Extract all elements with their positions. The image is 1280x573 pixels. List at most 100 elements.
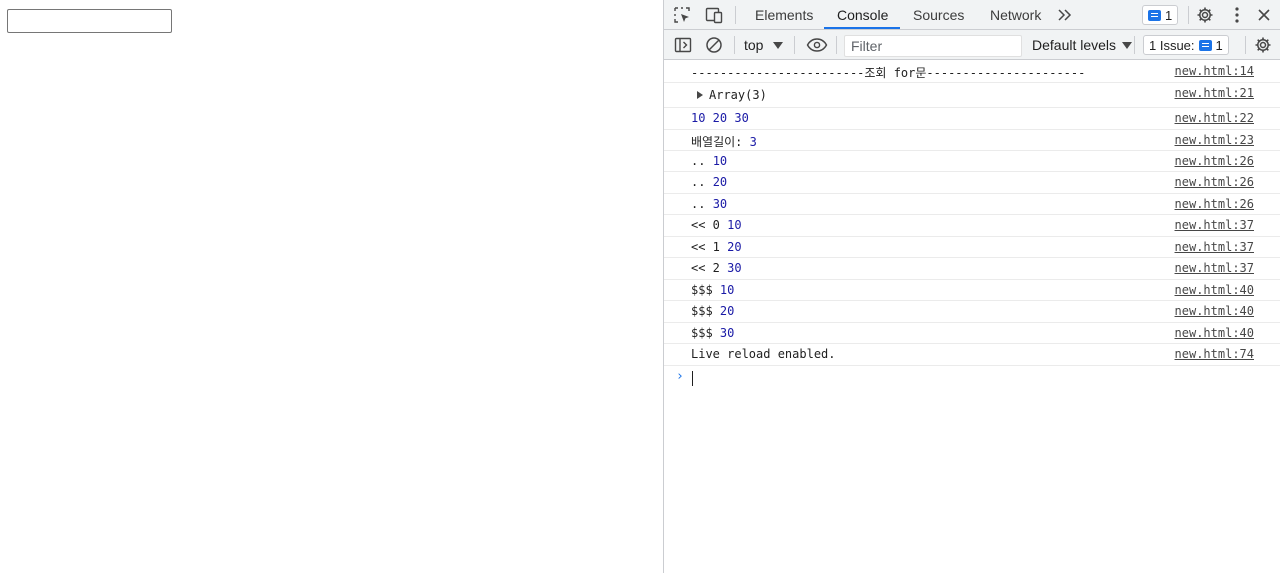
page-viewport xyxy=(0,0,663,573)
console-source-link[interactable]: new.html:26 xyxy=(1175,175,1254,189)
console-message: .. 30 new.html:26 xyxy=(664,194,1280,215)
console-message: << 1 20 new.html:37 xyxy=(664,237,1280,258)
console-message: 10 20 30 new.html:22 xyxy=(664,108,1280,130)
page-text-input[interactable] xyxy=(7,9,172,33)
context-selector[interactable]: top xyxy=(744,37,784,53)
message-icon xyxy=(1148,9,1161,21)
dropdown-arrow-icon xyxy=(1122,41,1133,49)
console-source-link[interactable]: new.html:40 xyxy=(1175,304,1254,318)
console-message-text: .. 20 xyxy=(691,175,728,189)
tab-sources[interactable]: Sources xyxy=(911,0,966,30)
console-message-text: .. 30 xyxy=(691,197,728,211)
console-value: 20 xyxy=(712,175,728,189)
expand-triangle-icon xyxy=(697,91,703,99)
tabbar-divider xyxy=(1188,6,1189,24)
sidebar-toggle-icon[interactable] xyxy=(673,36,693,54)
dropdown-arrow-icon xyxy=(773,41,784,49)
console-toolbar: top Default levels 1 Issue: 1 xyxy=(664,30,1280,60)
console-settings-gear-icon[interactable] xyxy=(1253,35,1273,55)
console-message: $$$ 30 new.html:40 xyxy=(664,323,1280,344)
devtools-panel: Elements Console Sources Network 1 top F… xyxy=(663,0,1280,573)
console-message: .. 10 new.html:26 xyxy=(664,151,1280,172)
console-source-link[interactable]: new.html:40 xyxy=(1175,283,1254,297)
filter-input[interactable] xyxy=(844,35,1022,57)
console-source-link[interactable]: new.html:14 xyxy=(1175,64,1254,78)
settings-gear-icon[interactable] xyxy=(1195,5,1215,25)
console-source-link[interactable]: new.html:26 xyxy=(1175,197,1254,211)
console-message-text: $$$ 20 xyxy=(691,304,735,318)
tab-network[interactable]: Network xyxy=(988,0,1043,30)
console-message-text: Live reload enabled. xyxy=(691,347,836,361)
issues-count: 1 xyxy=(1215,37,1223,53)
console-source-link[interactable]: new.html:37 xyxy=(1175,240,1254,254)
messages-badge[interactable]: 1 xyxy=(1142,5,1179,25)
console-message-text: 10 20 30 xyxy=(691,111,749,125)
console-prompt[interactable]: › xyxy=(664,366,1280,390)
console-message-text: $$$ 30 xyxy=(691,326,735,340)
console-message-text: Array(3) xyxy=(709,88,767,102)
console-message-text: $$$ 10 xyxy=(691,283,735,297)
console-message: .. 20 new.html:26 xyxy=(664,172,1280,194)
log-levels-dropdown[interactable]: Default levels xyxy=(1032,37,1133,53)
console-message: 배열길이: 3 new.html:23 xyxy=(664,130,1280,151)
context-label: top xyxy=(744,37,764,53)
console-value: 30 xyxy=(712,197,728,211)
tabbar-divider xyxy=(735,6,736,24)
console-message: $$$ 10 new.html:40 xyxy=(664,280,1280,301)
console-value: 20 xyxy=(727,240,742,254)
console-value: 10 xyxy=(719,283,735,297)
devtools-tabbar: Elements Console Sources Network 1 xyxy=(664,0,1280,30)
issues-button[interactable]: 1 Issue: 1 xyxy=(1143,35,1229,55)
close-icon[interactable] xyxy=(1255,6,1273,24)
console-message-text: .. 10 xyxy=(691,154,728,168)
console-source-link[interactable]: new.html:37 xyxy=(1175,218,1254,232)
prompt-chevron-icon: › xyxy=(676,369,684,384)
live-expression-eye-icon[interactable] xyxy=(805,36,829,54)
console-source-link[interactable]: new.html:40 xyxy=(1175,326,1254,340)
active-tab-indicator xyxy=(824,27,900,29)
console-source-link[interactable]: new.html:74 xyxy=(1175,347,1254,361)
toolbar-divider xyxy=(794,36,795,54)
console-message: $$$ 20 new.html:40 xyxy=(664,301,1280,323)
inspect-element-icon[interactable] xyxy=(672,6,692,24)
more-tabs-chevron-icon[interactable] xyxy=(1056,7,1074,23)
console-message-text: << 0 10 xyxy=(691,218,742,232)
device-toolbar-icon[interactable] xyxy=(703,6,725,24)
tab-console[interactable]: Console xyxy=(835,0,890,30)
text-cursor xyxy=(692,371,693,386)
console-message: Live reload enabled. new.html:74 xyxy=(664,344,1280,366)
clear-console-icon[interactable] xyxy=(704,35,724,55)
toolbar-divider xyxy=(836,36,837,54)
console-source-link[interactable]: new.html:22 xyxy=(1175,111,1254,125)
console-source-link[interactable]: new.html:37 xyxy=(1175,261,1254,275)
console-value: 30 xyxy=(727,261,742,275)
console-message-text: << 2 30 xyxy=(691,261,742,275)
console-value: 20 xyxy=(719,304,735,318)
more-options-kebab-icon[interactable] xyxy=(1228,5,1246,25)
toolbar-divider xyxy=(734,36,735,54)
console-source-link[interactable]: new.html:23 xyxy=(1175,133,1254,147)
array-expander[interactable]: Array(3) xyxy=(697,88,767,102)
console-message-text: << 1 20 xyxy=(691,240,742,254)
console-value: 30 xyxy=(719,326,735,340)
console-message: ------------------------조회 for문---------… xyxy=(664,61,1280,83)
console-message: << 2 30 new.html:37 xyxy=(664,258,1280,280)
tab-elements[interactable]: Elements xyxy=(753,0,815,30)
console-log: ------------------------조회 for문---------… xyxy=(664,61,1280,573)
messages-count: 1 xyxy=(1165,7,1173,23)
console-message: Array(3) new.html:21 xyxy=(664,83,1280,108)
console-message-text: ------------------------조회 for문---------… xyxy=(691,66,1086,80)
issues-label: 1 Issue: xyxy=(1149,37,1195,53)
console-message-text: 배열길이: 3 xyxy=(691,135,757,149)
console-value: 10 20 30 xyxy=(691,111,749,125)
console-value: 10 xyxy=(712,154,728,168)
log-levels-label: Default levels xyxy=(1032,37,1117,53)
console-value: 10 xyxy=(727,218,742,232)
toolbar-divider xyxy=(1245,36,1246,54)
console-source-link[interactable]: new.html:26 xyxy=(1175,154,1254,168)
console-value: 3 xyxy=(749,135,757,149)
issue-message-icon xyxy=(1198,39,1212,51)
console-message: << 0 10 new.html:37 xyxy=(664,215,1280,237)
console-source-link[interactable]: new.html:21 xyxy=(1175,86,1254,100)
toolbar-divider xyxy=(1134,36,1135,54)
